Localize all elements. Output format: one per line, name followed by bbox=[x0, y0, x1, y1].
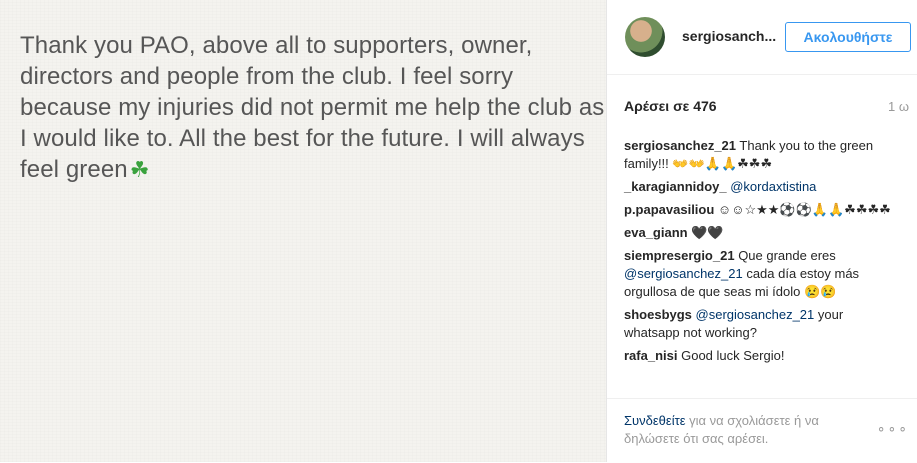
comment-text: ☺☺☆★★⚽⚽🙏🙏☘☘☘☘ bbox=[714, 202, 891, 217]
shamrock-icon: ☘ bbox=[129, 157, 150, 182]
post-view: Thank you PAO, above all to supporters, … bbox=[0, 0, 917, 462]
follow-button[interactable]: Ακολουθήστε bbox=[785, 22, 911, 52]
comment-mention-link[interactable]: @sergiosanchez_21 bbox=[696, 307, 815, 322]
comment-list: sergiosanchez_21 Thank you to the green … bbox=[624, 137, 894, 370]
comment-mention-link[interactable]: @kordaxtistina bbox=[730, 179, 816, 194]
more-options-icon[interactable]: ∘∘∘ bbox=[877, 420, 909, 437]
comment-item: siempresergio_21 Que grande eres @sergio… bbox=[624, 247, 894, 301]
post-sidebar: sergiosanch... Ακολουθήστε Αρέσει σε 476… bbox=[607, 0, 917, 462]
comment-username[interactable]: _karagiannidoy_ bbox=[624, 179, 727, 194]
post-footer: Συνδεθείτε για να σχολιάσετε ή να δηλώσε… bbox=[607, 398, 917, 463]
login-prompt: Συνδεθείτε για να σχολιάσετε ή να δηλώσε… bbox=[624, 412, 869, 448]
post-caption-text: Thank you PAO, above all to supporters, … bbox=[20, 32, 605, 183]
comment-item: _karagiannidoy_ @kordaxtistina bbox=[624, 178, 894, 196]
comment-item: shoesbygs @sergiosanchez_21 your whatsap… bbox=[624, 306, 894, 342]
comment-item: eva_giann 🖤🖤 bbox=[624, 224, 894, 242]
comment-username[interactable]: rafa_nisi bbox=[624, 348, 677, 363]
comment-text: 🖤🖤 bbox=[687, 225, 724, 240]
post-header: sergiosanch... Ακολουθήστε bbox=[607, 0, 917, 75]
comment-username[interactable]: shoesbygs bbox=[624, 307, 692, 322]
username-link[interactable]: sergiosanch... bbox=[682, 28, 782, 44]
comment-username[interactable]: eva_giann bbox=[624, 225, 688, 240]
comment-username[interactable]: p.papavasiliou bbox=[624, 202, 714, 217]
post-image[interactable]: Thank you PAO, above all to supporters, … bbox=[0, 0, 607, 462]
comment-item: sergiosanchez_21 Thank you to the green … bbox=[624, 137, 894, 173]
avatar[interactable] bbox=[625, 17, 665, 57]
likes-count[interactable]: Αρέσει σε 476 bbox=[624, 98, 717, 114]
comment-item: rafa_nisi Good luck Sergio! bbox=[624, 347, 894, 365]
comment-text: Que grande eres bbox=[734, 248, 836, 263]
comment-item: p.papavasiliou ☺☺☆★★⚽⚽🙏🙏☘☘☘☘ bbox=[624, 201, 894, 219]
comment-username[interactable]: siempresergio_21 bbox=[624, 248, 735, 263]
login-link[interactable]: Συνδεθείτε bbox=[624, 413, 686, 428]
post-image-text: Thank you PAO, above all to supporters, … bbox=[20, 30, 605, 185]
comment-text: Good luck Sergio! bbox=[677, 348, 785, 363]
comment-username[interactable]: sergiosanchez_21 bbox=[624, 138, 736, 153]
post-timestamp[interactable]: 1 ω bbox=[888, 99, 909, 114]
comment-mention-link[interactable]: @sergiosanchez_21 bbox=[624, 266, 743, 281]
